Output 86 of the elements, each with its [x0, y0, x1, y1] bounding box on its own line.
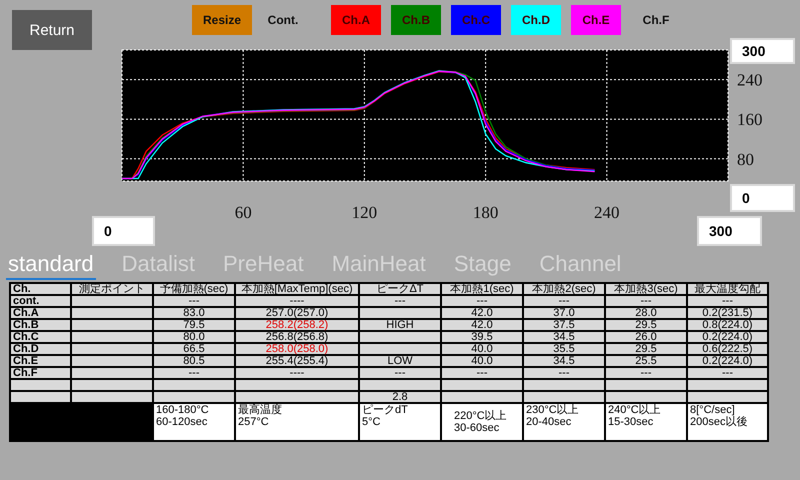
axis-label: 120 [352, 203, 378, 222]
axis-label: 160 [737, 110, 762, 130]
resize-button[interactable]: Resize [192, 5, 252, 35]
criteria-cell: 160-180°C 60-120sec [153, 403, 235, 441]
table-cell: 0.2(231.5) [687, 307, 768, 319]
criteria-cell: 230°C以上 20-40sec [523, 403, 605, 441]
table-cell: 0.2(224.0) [687, 331, 768, 343]
table-cell: --- [359, 367, 441, 379]
axis-label: 180 [472, 203, 498, 222]
table-cell: --- [523, 295, 605, 307]
table-cell: --- [359, 295, 441, 307]
table-cell: ---- [235, 367, 359, 379]
table-cell: 0.6(222.5) [687, 343, 768, 355]
table-cell: --- [153, 367, 235, 379]
column-header: 本加熱[MaxTemp](sec) [235, 283, 359, 295]
table-cell: 80.5 [153, 355, 235, 367]
table-cell: Ch.B [10, 319, 71, 331]
channel-toggle[interactable]: Ch.F [631, 5, 681, 35]
criteria-cell: 240°C以上 15-30sec [605, 403, 687, 441]
axis-label: 240 [594, 203, 620, 222]
axis-label: 80 [737, 150, 754, 169]
table-cell: 256.8(256.8) [235, 331, 359, 343]
column-header: 本加熱2(sec) [523, 283, 605, 295]
table-cell: cont. [10, 295, 71, 307]
table-cell: --- [605, 367, 687, 379]
table-cell: 0.2(224.0) [687, 355, 768, 367]
table-cell: 255.4(255.4) [235, 355, 359, 367]
axis-label: 240 [737, 70, 762, 90]
table-cell: Ch.A [10, 307, 71, 319]
table-cell: --- [441, 295, 523, 307]
table-cell: 2.8 [359, 391, 441, 403]
table-cell: Ch.E [10, 355, 71, 367]
table-cell: 35.5 [523, 343, 605, 355]
table-cell: 258.2(258.2) [235, 319, 359, 331]
channel-toggle[interactable]: Ch.B [391, 5, 441, 35]
table-cell: 40.0 [441, 355, 523, 367]
table-cell: --- [523, 367, 605, 379]
table-cell: --- [605, 295, 687, 307]
column-header: ピークΔT [359, 283, 441, 295]
table-cell: --- [687, 367, 768, 379]
table-cell: 66.5 [153, 343, 235, 355]
table-cell: 34.5 [523, 355, 605, 367]
table-cell: 79.5 [153, 319, 235, 331]
channel-toggle[interactable]: Cont. [258, 5, 308, 35]
table-cell: ---- [235, 295, 359, 307]
table-cell: Ch.C [10, 331, 71, 343]
table-cell: 37.5 [523, 319, 605, 331]
table-cell: 28.0 [605, 307, 687, 319]
table-cell: 29.5 [605, 343, 687, 355]
table-cell: 29.5 [605, 319, 687, 331]
table-cell: Ch.F [10, 367, 71, 379]
table-cell: 37.0 [523, 307, 605, 319]
criteria-cell: 8[°C/sec] 200sec以後 [687, 403, 768, 441]
table-cell: 26.0 [605, 331, 687, 343]
axis-range-field[interactable]: 0 [730, 184, 795, 212]
table-cell: 42.0 [441, 307, 523, 319]
channel-toggle[interactable]: Ch.D [511, 5, 561, 35]
table-cell: 25.5 [605, 355, 687, 367]
channel-toggle[interactable]: Ch.A [331, 5, 381, 35]
axis-range-field[interactable]: 300 [730, 38, 795, 64]
axis-range-field[interactable]: 300 [697, 216, 762, 246]
criteria-cell: 220°C以上 30-60sec [441, 403, 523, 441]
criteria-cell: ピークdT 5°C [359, 403, 441, 441]
table-cell: --- [441, 367, 523, 379]
table-cell: 39.5 [441, 331, 523, 343]
table-cell: 80.0 [153, 331, 235, 343]
table-cell: 42.0 [441, 319, 523, 331]
table-cell: Ch.D [10, 343, 71, 355]
table-cell: 34.5 [523, 331, 605, 343]
column-header: Ch. [10, 283, 71, 295]
column-header: 本加熱1(sec) [441, 283, 523, 295]
table-cell: LOW [359, 355, 441, 367]
criteria-cell: 最高温度 257°C [235, 403, 359, 441]
column-header: 本加熱3(sec) [605, 283, 687, 295]
return-button[interactable]: Return [12, 10, 92, 50]
table-cell: --- [687, 295, 768, 307]
table-cell: 258.0(258.0) [235, 343, 359, 355]
table-cell: 257.0(257.0) [235, 307, 359, 319]
channel-toggle[interactable]: Ch.E [571, 5, 621, 35]
table-cell: --- [153, 295, 235, 307]
table-cell: 40.0 [441, 343, 523, 355]
axis-range-field[interactable]: 0 [92, 216, 155, 246]
table-cell: 83.0 [153, 307, 235, 319]
table-cell: 0.8(224.0) [687, 319, 768, 331]
table-cell: HIGH [359, 319, 441, 331]
axis-label: 60 [234, 203, 252, 222]
